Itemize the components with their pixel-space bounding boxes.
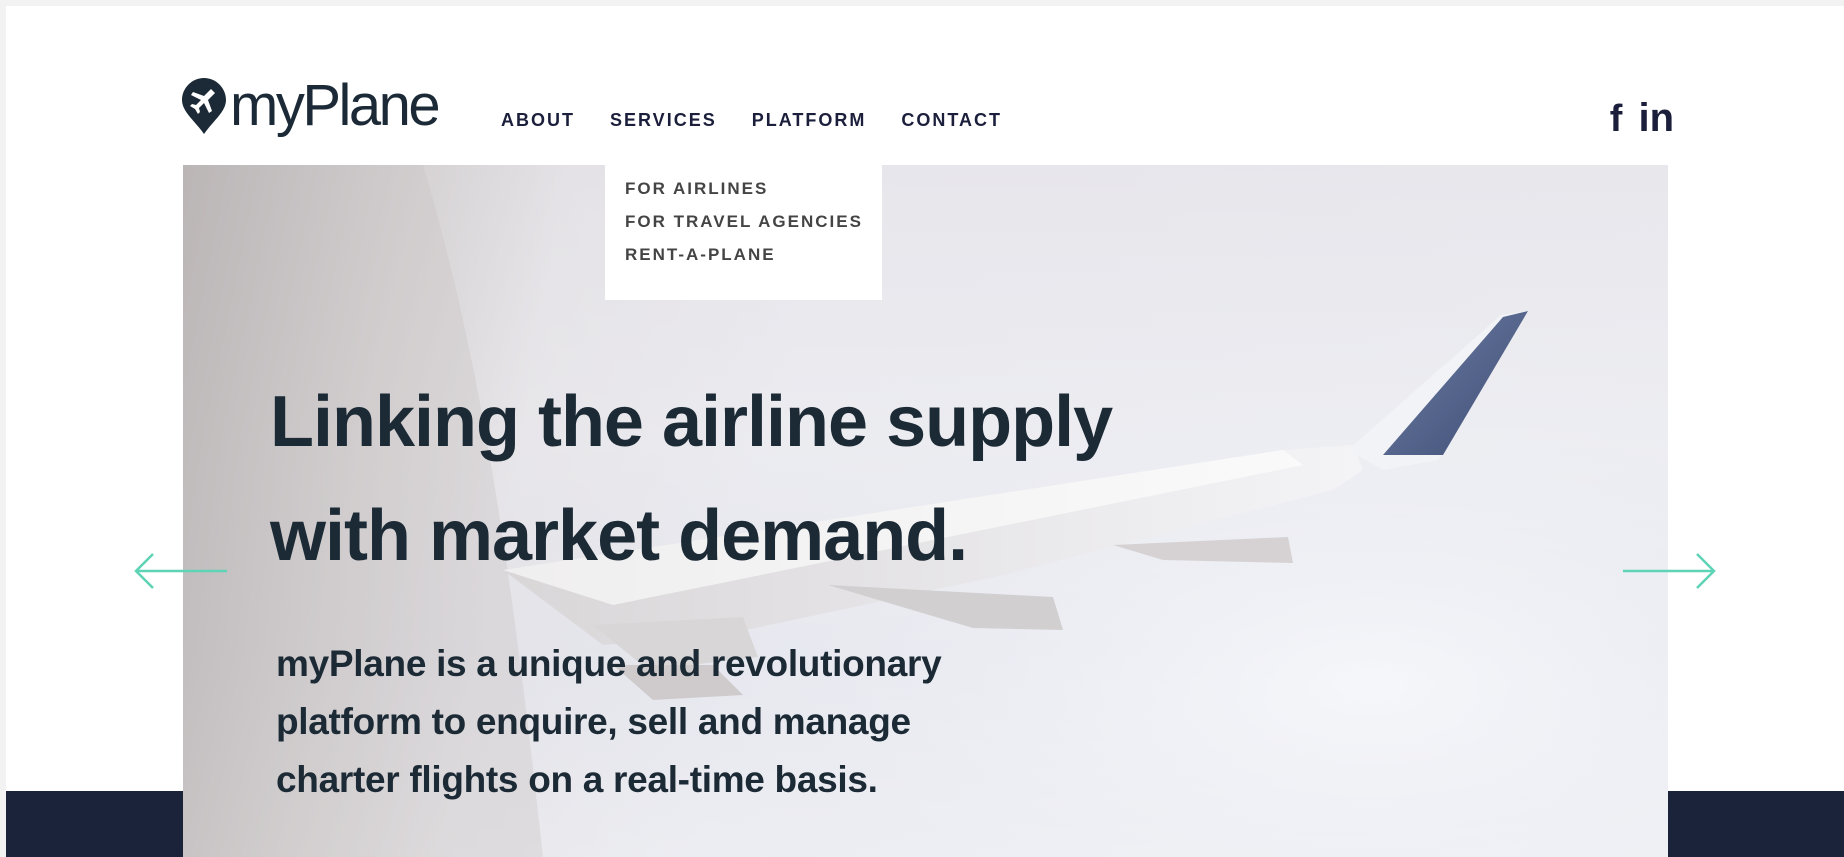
hero-text-line-3: charter flights on a real-time basis.: [276, 759, 878, 800]
facebook-icon[interactable]: f: [1610, 100, 1623, 138]
dropdown-item-airlines[interactable]: FOR AIRLINES: [625, 172, 862, 205]
hero-title-line-2: with market demand.: [270, 496, 968, 576]
social-links: f in: [1610, 98, 1674, 138]
plane-pin-icon: [182, 78, 226, 134]
services-dropdown: FOR AIRLINES FOR TRAVEL AGENCIES RENT-A-…: [605, 142, 882, 300]
arrow-left-icon: [134, 553, 227, 589]
dropdown-item-rent-a-plane[interactable]: RENT-A-PLANE: [625, 238, 862, 271]
linkedin-icon[interactable]: in: [1638, 98, 1674, 138]
dropdown-item-travel-agencies[interactable]: FOR TRAVEL AGENCIES: [625, 205, 862, 238]
hero-title: Linking the airline supply with market d…: [270, 365, 1270, 593]
brand-name: myPlane: [230, 73, 441, 138]
hero-text-line-1: myPlane is a unique and revolutionary: [276, 643, 942, 684]
nav-platform[interactable]: PLATFORM: [752, 106, 867, 147]
hero-title-line-1: Linking the airline supply: [270, 382, 1113, 462]
brand-logo[interactable]: myPlane: [182, 73, 441, 138]
hero-description: myPlane is a unique and revolutionary pl…: [276, 635, 1036, 809]
main-nav: ABOUT SERVICES PLATFORM CONTACT: [501, 106, 1037, 147]
page: myPlane ABOUT SERVICES PLATFORM CONTACT …: [6, 6, 1844, 857]
nav-services[interactable]: SERVICES: [610, 106, 717, 147]
arrow-right-icon: [1623, 553, 1716, 589]
hero-text-line-2: platform to enquire, sell and manage: [276, 701, 911, 742]
carousel-next-button[interactable]: [1621, 551, 1717, 596]
nav-contact[interactable]: CONTACT: [901, 106, 1002, 147]
hero-banner: Linking the airline supply with market d…: [183, 165, 1668, 857]
nav-about[interactable]: ABOUT: [501, 106, 575, 147]
carousel-prev-button[interactable]: [133, 551, 229, 596]
